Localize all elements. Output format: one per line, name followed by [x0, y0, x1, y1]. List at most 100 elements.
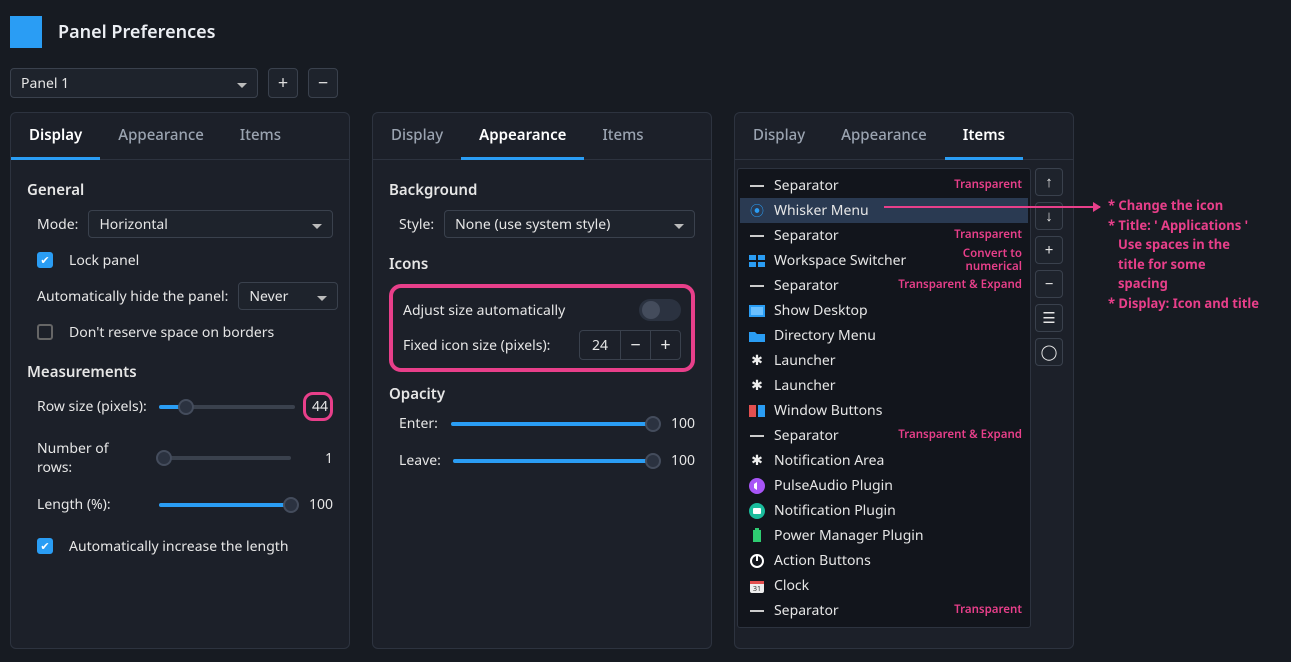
num-rows-slider[interactable] — [159, 456, 291, 460]
move-up-button[interactable]: ↑ — [1035, 168, 1063, 196]
spinner-plus-button[interactable]: + — [650, 331, 680, 359]
num-rows-label: Number of rows: — [27, 439, 147, 477]
tab-appearance[interactable]: Appearance — [823, 113, 945, 159]
leave-slider[interactable] — [453, 459, 653, 463]
about-item-button[interactable]: ◯ — [1035, 338, 1063, 366]
item-annotation: Transparent & Expand — [898, 279, 1022, 292]
length-label: Length (%): — [27, 495, 147, 514]
list-item[interactable]: Directory Menu — [740, 323, 1028, 348]
list-item[interactable]: Separator Transparent — [740, 598, 1028, 623]
tab-display[interactable]: Display — [373, 113, 461, 159]
item-label: Workspace Switcher — [774, 251, 906, 270]
item-label: Action Buttons — [774, 551, 871, 570]
item-annotation: Transparent — [954, 604, 1022, 617]
auto-increase-label: Automatically increase the length — [69, 537, 289, 556]
lock-panel-checkbox[interactable] — [37, 252, 53, 268]
section-measurements: Measurements — [27, 362, 333, 382]
list-item[interactable]: ✱Notification Area — [740, 448, 1028, 473]
section-general: General — [27, 180, 333, 200]
appearance-card: Display Appearance Items Background Styl… — [372, 112, 712, 649]
enter-slider[interactable] — [451, 422, 653, 426]
list-item[interactable]: SeparatorTransparent — [740, 223, 1028, 248]
items-side-buttons: ↑ ↓ + − ☰ ◯ — [1035, 168, 1063, 628]
remove-panel-button[interactable]: − — [308, 68, 338, 98]
page-title: Panel Preferences — [58, 20, 216, 44]
annotation-arrow — [884, 206, 1100, 208]
list-item[interactable]: Show Desktop — [740, 298, 1028, 323]
add-panel-button[interactable]: + — [268, 68, 298, 98]
mode-dropdown[interactable]: Horizontal — [88, 210, 333, 238]
list-item[interactable]: Separator Transparent & Expand — [740, 273, 1028, 298]
tabs-items: Display Appearance Items — [735, 113, 1073, 160]
row-size-value: 44 — [303, 392, 333, 421]
item-label: Notification Area — [774, 451, 884, 470]
item-label: PulseAudio Plugin — [774, 476, 893, 495]
chevron-down-icon — [317, 287, 327, 306]
item-label: Separator — [774, 426, 839, 445]
list-item[interactable]: PulseAudio Plugin — [740, 473, 1028, 498]
panel-selector[interactable]: Panel 1 — [10, 68, 258, 98]
lock-panel-label: Lock panel — [69, 251, 139, 270]
list-item[interactable]: Workspace SwitcherConvert tonumerical — [740, 248, 1028, 273]
list-item[interactable]: Power Manager Plugin — [740, 523, 1028, 548]
tab-display[interactable]: Display — [735, 113, 823, 159]
tabs-display: Display Appearance Items — [11, 113, 349, 160]
section-icons: Icons — [389, 254, 695, 274]
item-label: Whisker Menu — [774, 201, 869, 220]
tab-items[interactable]: Items — [584, 113, 661, 159]
list-item[interactable]: ✱Launcher — [740, 348, 1028, 373]
panel-selector-value: Panel 1 — [21, 74, 69, 93]
spinner-minus-button[interactable]: − — [620, 331, 650, 359]
item-label: Separator — [774, 276, 839, 295]
tab-items[interactable]: Items — [222, 113, 299, 159]
item-label: Separator — [774, 601, 839, 620]
item-label: Notification Plugin — [774, 501, 896, 520]
section-opacity: Opacity — [389, 384, 695, 404]
reserve-checkbox[interactable] — [37, 324, 53, 340]
enter-value: 100 — [665, 414, 695, 433]
item-label: Launcher — [774, 376, 836, 395]
leave-label: Leave: — [389, 451, 441, 470]
fixed-size-label: Fixed icon size (pixels): — [403, 336, 550, 355]
row-size-slider[interactable] — [159, 405, 295, 409]
edit-item-button[interactable]: ☰ — [1035, 304, 1063, 332]
list-item[interactable]: Action Buttons — [740, 548, 1028, 573]
items-list[interactable]: Separator Transparent ⦿Whisker Menu Separat… — [737, 168, 1031, 628]
item-annotation: Transparent — [954, 179, 1022, 192]
style-dropdown[interactable]: None (use system style) — [444, 210, 695, 238]
remove-item-button[interactable]: − — [1035, 270, 1063, 298]
item-label: Launcher — [774, 351, 836, 370]
item-annotation: Transparent & Expand — [898, 429, 1022, 442]
list-item[interactable]: Separator Transparent & Expand — [740, 423, 1028, 448]
length-slider[interactable] — [159, 503, 291, 507]
list-item[interactable]: Notification Plugin — [740, 498, 1028, 523]
tab-appearance[interactable]: Appearance — [100, 113, 222, 159]
leave-value: 100 — [665, 451, 695, 470]
reserve-label: Don't reserve space on borders — [69, 323, 274, 342]
adjust-auto-label: Adjust size automatically — [403, 301, 565, 320]
item-label: Show Desktop — [774, 301, 868, 320]
list-item[interactable]: SeparatorTransparent — [740, 173, 1028, 198]
tab-appearance[interactable]: Appearance — [461, 113, 584, 160]
list-item[interactable]: 31 Clock — [740, 573, 1028, 598]
autohide-value: Never — [249, 287, 288, 306]
item-label: Clock — [774, 576, 809, 595]
topbar: Panel 1 + − — [0, 68, 1291, 112]
fixed-size-spinner[interactable]: 24 − + — [579, 330, 681, 360]
item-label: Power Manager Plugin — [774, 526, 924, 545]
panels-row: Display Appearance Items General Mode: H… — [0, 112, 1291, 649]
svg-text:31: 31 — [753, 585, 761, 594]
list-item[interactable]: ⦿Whisker Menu — [740, 198, 1028, 223]
list-item[interactable]: ✱Launcher — [740, 373, 1028, 398]
chevron-down-icon — [312, 215, 322, 234]
add-item-button[interactable]: + — [1035, 236, 1063, 264]
list-item[interactable]: Window Buttons — [740, 398, 1028, 423]
auto-increase-checkbox[interactable] — [37, 538, 53, 554]
length-value: 100 — [303, 495, 333, 514]
adjust-auto-toggle[interactable] — [639, 299, 681, 321]
tab-display[interactable]: Display — [11, 113, 100, 160]
enter-label: Enter: — [389, 414, 439, 433]
display-card: Display Appearance Items General Mode: H… — [10, 112, 350, 649]
tab-items[interactable]: Items — [945, 113, 1023, 160]
autohide-dropdown[interactable]: Never — [238, 282, 338, 310]
